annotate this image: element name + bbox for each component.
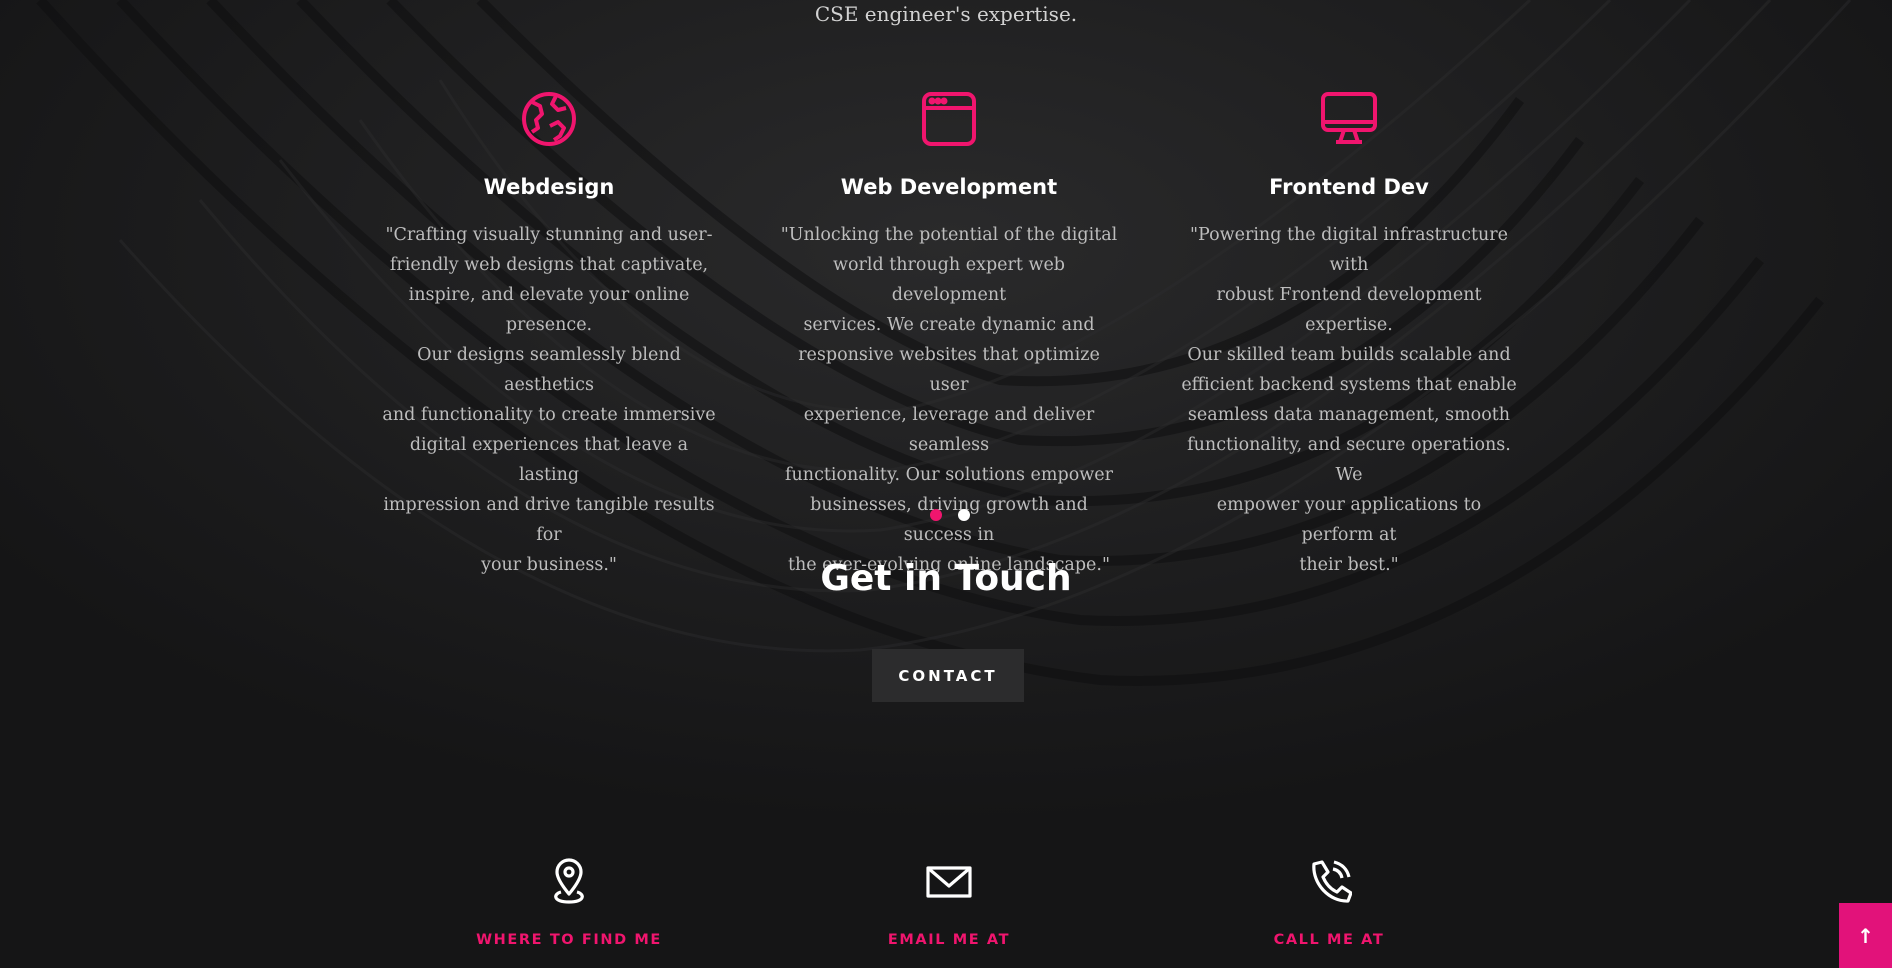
contact-info-label: CALL ME AT: [1273, 932, 1385, 948]
service-card-web-development: Web Development "Unlocking the potential…: [779, 90, 1119, 580]
get-in-touch-heading: Get in Touch: [820, 558, 1072, 599]
browser-window-icon: [779, 90, 1119, 148]
globe-icon: [379, 90, 719, 148]
carousel-dot-2[interactable]: [958, 509, 970, 521]
contact-info-email: EMAIL ME AT: [819, 858, 1079, 948]
contact-button[interactable]: CONTACT: [872, 649, 1024, 702]
service-card-webdesign: Webdesign "Crafting visually stunning an…: [379, 90, 719, 580]
intro-text: CSE engineer's expertise.: [814, 2, 1078, 26]
services-section: Webdesign "Crafting visually stunning an…: [0, 90, 1892, 575]
phone-icon: [1199, 858, 1459, 908]
contact-info-phone: CALL ME AT: [1199, 858, 1459, 948]
service-title: Web Development: [840, 175, 1058, 199]
carousel-pagination: [930, 509, 970, 521]
service-title: Webdesign: [483, 175, 615, 199]
carousel-dot-1[interactable]: [930, 509, 942, 521]
map-pin-icon: [439, 858, 699, 908]
back-to-top-button[interactable]: ↑: [1839, 903, 1892, 968]
envelope-icon: [819, 858, 1079, 908]
service-description: "Unlocking the potential of the digital …: [780, 225, 1118, 575]
service-title: Frontend Dev: [1269, 175, 1429, 199]
service-description: "Crafting visually stunning and user- fr…: [382, 225, 716, 575]
service-description: "Powering the digital infrastructure wit…: [1181, 225, 1517, 575]
contact-info-label: WHERE TO FIND ME: [476, 932, 662, 948]
monitor-icon: [1179, 90, 1519, 148]
contact-info-label: EMAIL ME AT: [887, 932, 1011, 948]
service-card-frontend-dev: Frontend Dev "Powering the digital infra…: [1179, 90, 1519, 580]
contact-info-location: WHERE TO FIND ME: [439, 858, 699, 948]
